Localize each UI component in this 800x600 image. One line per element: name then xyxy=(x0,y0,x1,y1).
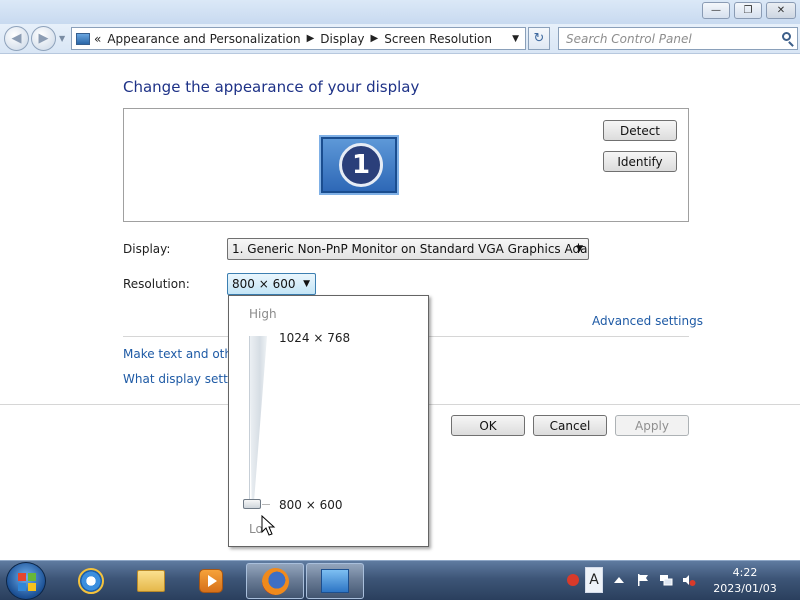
monitor-icon[interactable]: 1 xyxy=(319,135,399,195)
slider-track-edge xyxy=(249,336,250,508)
ok-button[interactable]: OK xyxy=(451,415,525,436)
detect-button[interactable]: Detect xyxy=(603,120,677,141)
chevron-down-icon: ▼ xyxy=(303,279,310,289)
control-panel-icon xyxy=(76,32,90,45)
system-clock[interactable]: 4:22 2023/01/03 xyxy=(700,565,790,597)
cancel-button[interactable]: Cancel xyxy=(533,415,607,436)
resolution-slider-track[interactable] xyxy=(249,336,267,508)
chevron-down-icon: ▼ xyxy=(576,244,583,254)
apply-button[interactable]: Apply xyxy=(615,415,689,436)
flag-icon[interactable] xyxy=(636,573,650,587)
ime-indicator[interactable]: A xyxy=(585,567,603,593)
minimize-button[interactable]: — xyxy=(702,2,730,19)
close-icon: ✕ xyxy=(776,5,786,16)
resolution-popup: High 1024 × 768 800 × 600 Lo xyxy=(228,295,429,547)
display-select[interactable]: 1. Generic Non-PnP Monitor on Standard V… xyxy=(227,238,589,260)
search-input[interactable]: Search Control Panel xyxy=(558,27,798,50)
max-resolution-label[interactable]: 1024 × 768 xyxy=(279,331,350,345)
mouse-cursor-icon xyxy=(261,515,276,536)
action-center-icon[interactable] xyxy=(566,573,580,587)
monitor-number: 1 xyxy=(339,143,383,187)
refresh-icon: ↻ xyxy=(533,31,545,46)
address-bar[interactable]: « Appearance and Personalization ▶ Displ… xyxy=(71,27,526,50)
display-label: Display: xyxy=(123,242,171,256)
media-player-icon xyxy=(199,569,223,593)
firefox-icon xyxy=(261,567,289,595)
minimize-icon: — xyxy=(711,5,721,16)
breadcrumb-overflow-icon[interactable]: « xyxy=(94,32,101,46)
monitor-arrangement-panel: 1 Detect Identify xyxy=(123,108,689,222)
breadcrumb-screen-resolution[interactable]: Screen Resolution xyxy=(384,32,492,46)
windows-logo-icon xyxy=(18,573,36,591)
internet-explorer-icon xyxy=(78,568,104,594)
breadcrumb-appearance[interactable]: Appearance and Personalization xyxy=(107,32,300,46)
high-label: High xyxy=(249,307,277,321)
taskbar-firefox[interactable] xyxy=(246,563,304,599)
recent-pages-dropdown-icon[interactable]: ▼ xyxy=(59,34,65,43)
resolution-select[interactable]: 800 × 600 ▼ xyxy=(227,273,316,295)
taskbar-internet-explorer[interactable] xyxy=(62,563,120,599)
display-select-value: 1. Generic Non-PnP Monitor on Standard V… xyxy=(232,242,589,256)
show-hidden-icons-icon[interactable] xyxy=(612,573,626,587)
slider-tick xyxy=(262,504,270,505)
taskbar: A 4:22 2023/01/03 xyxy=(0,560,800,600)
breadcrumb-chevron-icon[interactable]: ▶ xyxy=(307,33,315,44)
refresh-button[interactable]: ↻ xyxy=(528,27,550,50)
restore-button[interactable]: ❐ xyxy=(734,2,762,19)
taskbar-windows-explorer[interactable] xyxy=(122,563,180,599)
identify-button[interactable]: Identify xyxy=(603,151,677,172)
folder-icon xyxy=(137,570,165,592)
taskbar-control-panel[interactable] xyxy=(306,563,364,599)
page-title: Change the appearance of your display xyxy=(123,78,420,96)
forward-arrow-icon: ▶ xyxy=(38,31,49,46)
navigation-bar: ◀ ▶ ▼ « Appearance and Personalization ▶… xyxy=(0,24,800,54)
restore-icon: ❐ xyxy=(743,5,753,16)
start-button[interactable] xyxy=(6,562,46,600)
clock-time: 4:22 xyxy=(732,566,758,579)
control-panel-icon xyxy=(321,569,349,593)
address-dropdown-icon[interactable]: ▼ xyxy=(512,34,519,44)
back-arrow-icon: ◀ xyxy=(11,31,22,46)
volume-muted-icon[interactable] xyxy=(682,573,696,587)
breadcrumb-display[interactable]: Display xyxy=(320,32,364,46)
search-placeholder: Search Control Panel xyxy=(566,32,692,46)
resolution-select-value: 800 × 600 xyxy=(232,277,296,291)
network-icon[interactable] xyxy=(659,573,673,587)
title-bar: — ❐ ✕ xyxy=(0,0,800,24)
make-text-larger-link[interactable]: Make text and other xyxy=(123,347,244,361)
breadcrumb-chevron-icon[interactable]: ▶ xyxy=(371,33,379,44)
clock-date: 2023/01/03 xyxy=(713,582,777,595)
taskbar-media-player[interactable] xyxy=(182,563,240,599)
advanced-settings-link[interactable]: Advanced settings xyxy=(592,314,703,328)
resolution-slider-thumb[interactable] xyxy=(243,499,261,509)
min-resolution-label[interactable]: 800 × 600 xyxy=(279,498,343,512)
back-button[interactable]: ◀ xyxy=(4,26,29,51)
search-icon[interactable] xyxy=(782,32,791,41)
close-button[interactable]: ✕ xyxy=(766,2,796,19)
forward-button[interactable]: ▶ xyxy=(31,26,56,51)
resolution-label: Resolution: xyxy=(123,277,190,291)
